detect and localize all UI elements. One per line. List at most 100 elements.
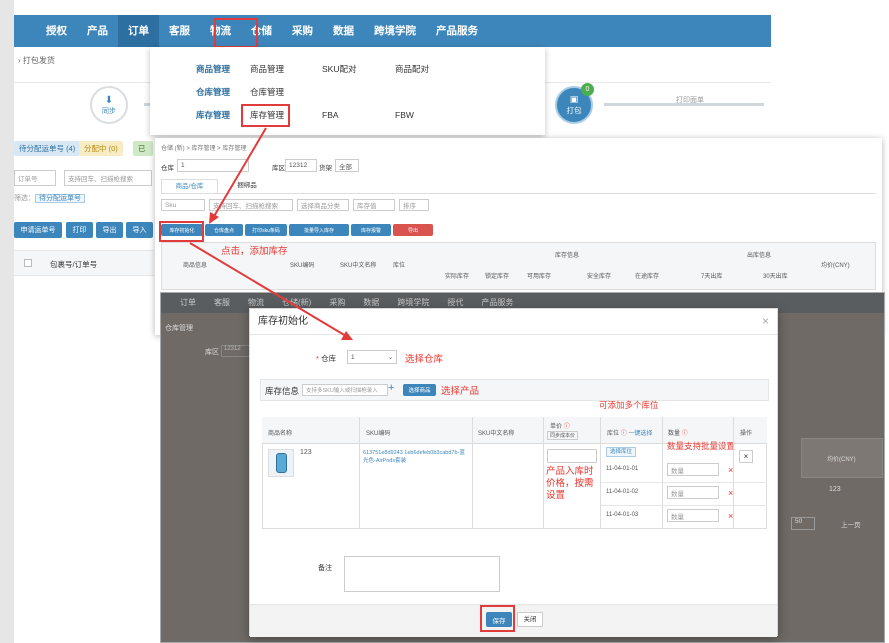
stocktake-button[interactable]: 仓库盘点 xyxy=(205,224,243,236)
dim-nav-item: 订单 xyxy=(180,298,196,307)
sort-select[interactable]: 排序 xyxy=(399,199,429,211)
nav-item[interactable]: 产品服务 xyxy=(426,15,488,47)
area-label: 库区 xyxy=(272,165,285,172)
product-sku-link[interactable]: 613751e8d9243 1eb6defeb0b3cabd7b-蓝光色-Air… xyxy=(363,449,469,465)
import-button[interactable]: 导入 xyxy=(126,222,153,238)
tag-allocating[interactable]: 分配中 (0) xyxy=(79,141,123,156)
col-divider xyxy=(359,417,360,529)
modal-warehouse-select[interactable]: 1 ⌄ xyxy=(347,350,397,364)
add-icon[interactable]: + xyxy=(388,382,394,394)
filter-chip[interactable]: 待分配运单号 xyxy=(35,194,85,203)
qty-input[interactable]: 数量 xyxy=(667,509,719,522)
menu-item[interactable]: SKU配对 xyxy=(322,59,356,79)
col-header: 可用库存 xyxy=(527,274,552,280)
menu-heading: 商品管理 xyxy=(196,64,231,74)
select-all-checkbox[interactable] xyxy=(24,259,32,267)
menu-item[interactable]: FBW xyxy=(395,105,414,125)
row-divider xyxy=(601,482,767,483)
col-header-group: 库存信息 xyxy=(555,253,580,259)
menu-item[interactable]: 商品管理 xyxy=(250,59,284,79)
tag-pending-waybill[interactable]: 待分配运单号 (4) xyxy=(14,141,81,156)
menu-item[interactable]: 商品配对 xyxy=(395,59,429,79)
annotation-add-stock: 点击，添加库存 xyxy=(221,246,288,257)
print-sku-button[interactable]: 打印sku条码 xyxy=(245,224,287,236)
col-header: SKU中文名称 xyxy=(340,263,377,269)
nav-item[interactable]: 采购 xyxy=(282,15,323,47)
menu-row: 仓库管理 仓库管理 xyxy=(150,82,545,102)
dim-price-val: 123 xyxy=(829,486,841,493)
row-divider xyxy=(601,505,767,506)
sku-search-input[interactable]: 支持回车、扫描枪搜索 xyxy=(209,199,293,211)
dim-price-col: 均价(CNY) xyxy=(827,457,856,463)
highlight-warehouse-nav xyxy=(214,18,258,48)
warehouse-select[interactable]: 1 xyxy=(177,159,249,172)
nav-item[interactable]: 产品 xyxy=(77,15,118,47)
filter-chip-row: 筛选： 待分配运单号 xyxy=(14,193,154,207)
menu-heading: 仓库管理 xyxy=(196,87,231,97)
stock-alert-button[interactable]: 库存报警 xyxy=(351,224,391,236)
order-no-select[interactable]: 订单号 xyxy=(14,170,56,186)
panel-breadcrumb: 仓储 (新) > 库存管理 > 库存管理 xyxy=(161,146,247,152)
tab-bundle[interactable]: 捆绑品 xyxy=(225,179,269,193)
area-select[interactable]: 12312 xyxy=(285,159,317,172)
nav-item[interactable]: 客服 xyxy=(159,15,200,47)
warehouse-mega-menu: 商品管理 商品管理 SKU配对 商品配对 仓库管理 仓库管理 库存管理 库存管理… xyxy=(150,47,545,135)
table-header: 包裹号/订单号 xyxy=(50,260,98,269)
product-thumbnail xyxy=(268,449,294,477)
menu-row: 商品管理 商品管理 SKU配对 商品配对 xyxy=(150,59,545,79)
close-icon[interactable]: × xyxy=(762,314,769,328)
nav-item[interactable]: 跨境学院 xyxy=(364,15,426,47)
print-label-step[interactable]: 打印面单 xyxy=(676,95,704,105)
delete-icon[interactable]: × xyxy=(728,465,733,475)
highlight-stock-init xyxy=(159,221,204,242)
sku-multi-input[interactable]: 支持多SKU输入或扫描枪录入 xyxy=(302,384,388,396)
sync-step[interactable]: ⬇ 同步 xyxy=(90,86,128,124)
col-sku: SKU编码 xyxy=(366,431,391,437)
remark-textarea[interactable] xyxy=(344,556,500,592)
tab-divider xyxy=(161,193,876,194)
col-divider xyxy=(543,417,544,529)
dim-nav-item: 客服 xyxy=(214,298,230,307)
tab-product-warehouse[interactable]: 商品/仓库 xyxy=(161,179,218,193)
batch-import-button[interactable]: 批量导入库存 xyxy=(289,224,349,236)
col-header: SKU编码 xyxy=(290,263,315,269)
delete-icon[interactable]: × xyxy=(728,488,733,498)
delete-icon[interactable]: × xyxy=(728,511,733,521)
unit-price-input[interactable] xyxy=(547,449,597,463)
batch-select-location[interactable]: 一键选择 xyxy=(628,431,652,437)
qty-input[interactable]: 数量 xyxy=(667,486,719,499)
tag-third[interactable]: 已 xyxy=(133,141,153,156)
left-search-input[interactable]: 支持回车、扫描枪搜索 xyxy=(64,170,152,186)
shelf-select[interactable]: 全部 xyxy=(335,159,359,172)
menu-item[interactable]: FBA xyxy=(322,105,339,125)
export-button[interactable]: 导出 xyxy=(96,222,123,238)
category-select[interactable]: 选择商品分类 xyxy=(297,199,349,211)
nav-item[interactable]: 订单 xyxy=(118,15,159,47)
close-button[interactable]: 关闭 xyxy=(517,612,543,627)
batch-delete-icon[interactable]: × xyxy=(739,450,753,463)
warehouse-label: 仓库 xyxy=(161,165,174,172)
select-product-button[interactable]: 选择商品 xyxy=(403,384,436,396)
select-location-button[interactable]: 选择库位 xyxy=(606,447,636,457)
sync-cost-button[interactable]: 同步成本价 xyxy=(547,431,579,440)
annotation-batch-qty: 数量支持批量设置 xyxy=(667,441,736,451)
col-header: 7天出库 xyxy=(701,274,723,280)
sku-select[interactable]: Sku xyxy=(161,199,205,211)
stock-status-select[interactable]: 库存值 xyxy=(353,199,395,211)
nav-item[interactable]: 数据 xyxy=(323,15,364,47)
location-item: 11-04-01-02 xyxy=(606,489,639,495)
shelf-label: 货架 xyxy=(319,165,332,172)
export-stock-button[interactable]: 导出 xyxy=(393,224,433,236)
print-button[interactable]: 打印 xyxy=(66,222,93,238)
apply-waybill-button[interactable]: 申请运单号 xyxy=(14,222,62,238)
product-name: 123 xyxy=(300,449,312,456)
col-header: 锁定库存 xyxy=(485,274,510,280)
pack-count-badge: 0 xyxy=(581,83,594,96)
annotation-select-warehouse: 选择仓库 xyxy=(405,354,444,365)
nav-item[interactable]: 授权 xyxy=(36,15,77,47)
col-sku-cn: SKU中文名称 xyxy=(478,431,515,437)
menu-item[interactable]: 仓库管理 xyxy=(250,82,284,102)
col-header: 商品信息 xyxy=(183,263,208,269)
warehouse-label: * 仓库 xyxy=(316,354,337,363)
qty-input[interactable]: 数量 xyxy=(667,463,719,476)
